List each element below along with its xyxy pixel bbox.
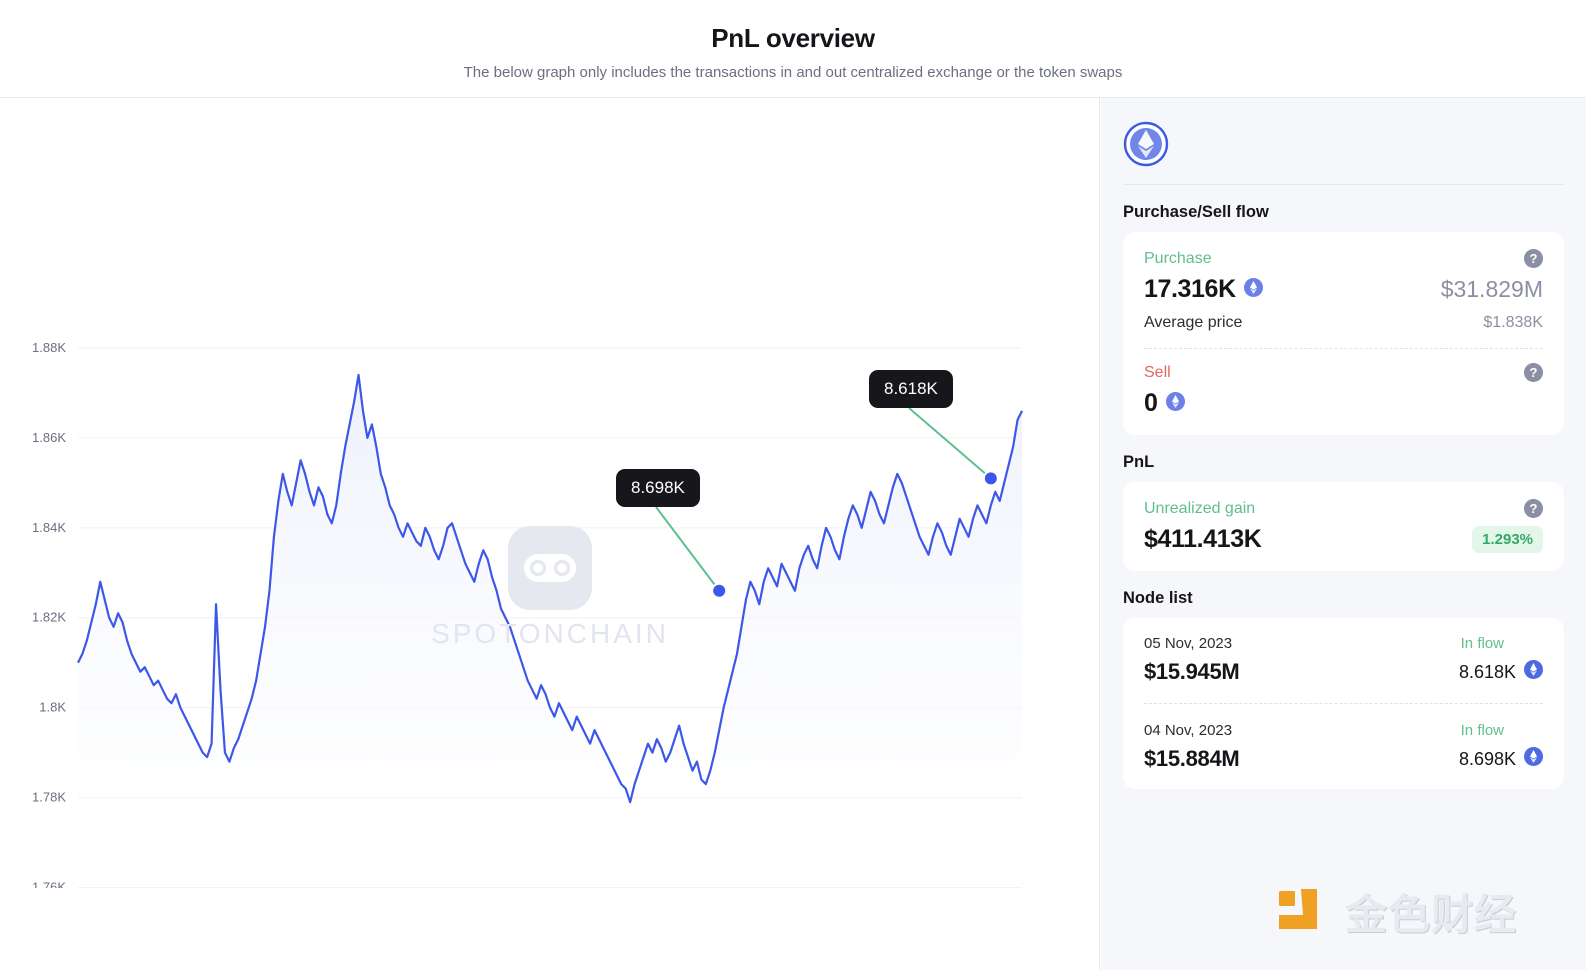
token-sidebar: Purchase/Sell flow Purchase ? 17.316K $3… (1101, 98, 1586, 970)
help-icon-sell[interactable]: ? (1524, 363, 1543, 382)
ethereum-badge-icon (1524, 660, 1543, 684)
help-icon-purchase[interactable]: ? (1524, 249, 1543, 268)
node-list-item[interactable]: 04 Nov, 2023 In flow $15.884M 8.698K (1144, 719, 1543, 775)
node-token-amount: 8.618K (1458, 661, 1516, 682)
unrealized-gain-label: Unrealized gain (1144, 499, 1256, 517)
node-usd-value: $15.945M (1144, 659, 1240, 684)
page-title: PnL overview (711, 22, 875, 53)
ethereum-badge-icon (1243, 277, 1263, 302)
node-date: 04 Nov, 2023 (1144, 722, 1233, 739)
node-list-title: Node list (1123, 589, 1193, 607)
svg-text:1.84K: 1.84K (32, 520, 66, 535)
node-tooltip-1[interactable]: 8.618K (869, 370, 953, 408)
purchase-sell-card: Purchase ? 17.316K $31.829M Average pric… (1123, 232, 1564, 435)
node-flow-type: In flow (1460, 635, 1504, 652)
unrealized-gain-value: $411.413K (1144, 525, 1262, 553)
average-price-value: $1.838K (1483, 314, 1543, 331)
card-divider (1144, 348, 1543, 349)
node-list-item[interactable]: 05 Nov, 2023 In flow $15.945M 8.618K (1144, 632, 1543, 688)
jinse-mark-icon (1277, 885, 1331, 937)
purchase-label: Purchase (1144, 249, 1212, 267)
purchase-sell-title: Purchase/Sell flow (1123, 203, 1269, 221)
pnl-title: PnL (1123, 453, 1155, 471)
svg-text:1.78K: 1.78K (32, 790, 66, 805)
svg-text:1.88K: 1.88K (32, 340, 66, 355)
price-chart-svg: 1.88K1.86K1.84K1.82K1.8K1.78K1.76KNovemb… (32, 340, 1023, 888)
svg-text:1.82K: 1.82K (32, 610, 66, 625)
ethereum-badge-icon (1165, 391, 1185, 416)
node-usd-value: $15.884M (1144, 746, 1240, 771)
price-chart[interactable]: 1.88K1.86K1.84K1.82K1.8K1.78K1.76KNovemb… (0, 98, 1100, 888)
pnl-card: Unrealized gain ? $411.413K 1.293% (1123, 482, 1564, 571)
gain-percent-badge: 1.293% (1472, 526, 1543, 553)
brand-name: 金色财经 (1345, 889, 1518, 939)
node-token-amount: 8.698K (1458, 748, 1516, 769)
sell-label: Sell (1144, 363, 1171, 381)
node-tooltip-0[interactable]: 8.698K (616, 469, 700, 507)
average-price-label: Average price (1144, 314, 1243, 331)
purchase-amount: 17.316K (1144, 275, 1236, 303)
ethereum-icon (1123, 121, 1169, 172)
node-flow-type: In flow (1460, 722, 1504, 739)
chart-panel: 1.88K1.86K1.84K1.82K1.8K1.78K1.76KNovemb… (0, 98, 1100, 970)
sidebar-divider (1123, 184, 1564, 185)
purchase-usd: $31.829M (1440, 276, 1543, 302)
node-list-card: 05 Nov, 2023 In flow $15.945M 8.618K 04 … (1123, 618, 1564, 789)
node-divider (1144, 703, 1543, 704)
svg-text:1.86K: 1.86K (32, 430, 66, 445)
token-header (1123, 116, 1564, 176)
brand-logo: 金色财经 (1277, 872, 1577, 950)
page-subtitle: The below graph only includes the transa… (463, 63, 1123, 81)
page-header: PnL overview The below graph only includ… (0, 0, 1586, 98)
sell-amount: 0 (1144, 389, 1158, 417)
svg-text:1.8K: 1.8K (39, 700, 66, 715)
node-date: 05 Nov, 2023 (1144, 635, 1233, 652)
svg-text:1.76K: 1.76K (32, 880, 66, 888)
help-icon-pnl[interactable]: ? (1524, 499, 1543, 518)
ethereum-badge-icon (1524, 747, 1543, 771)
